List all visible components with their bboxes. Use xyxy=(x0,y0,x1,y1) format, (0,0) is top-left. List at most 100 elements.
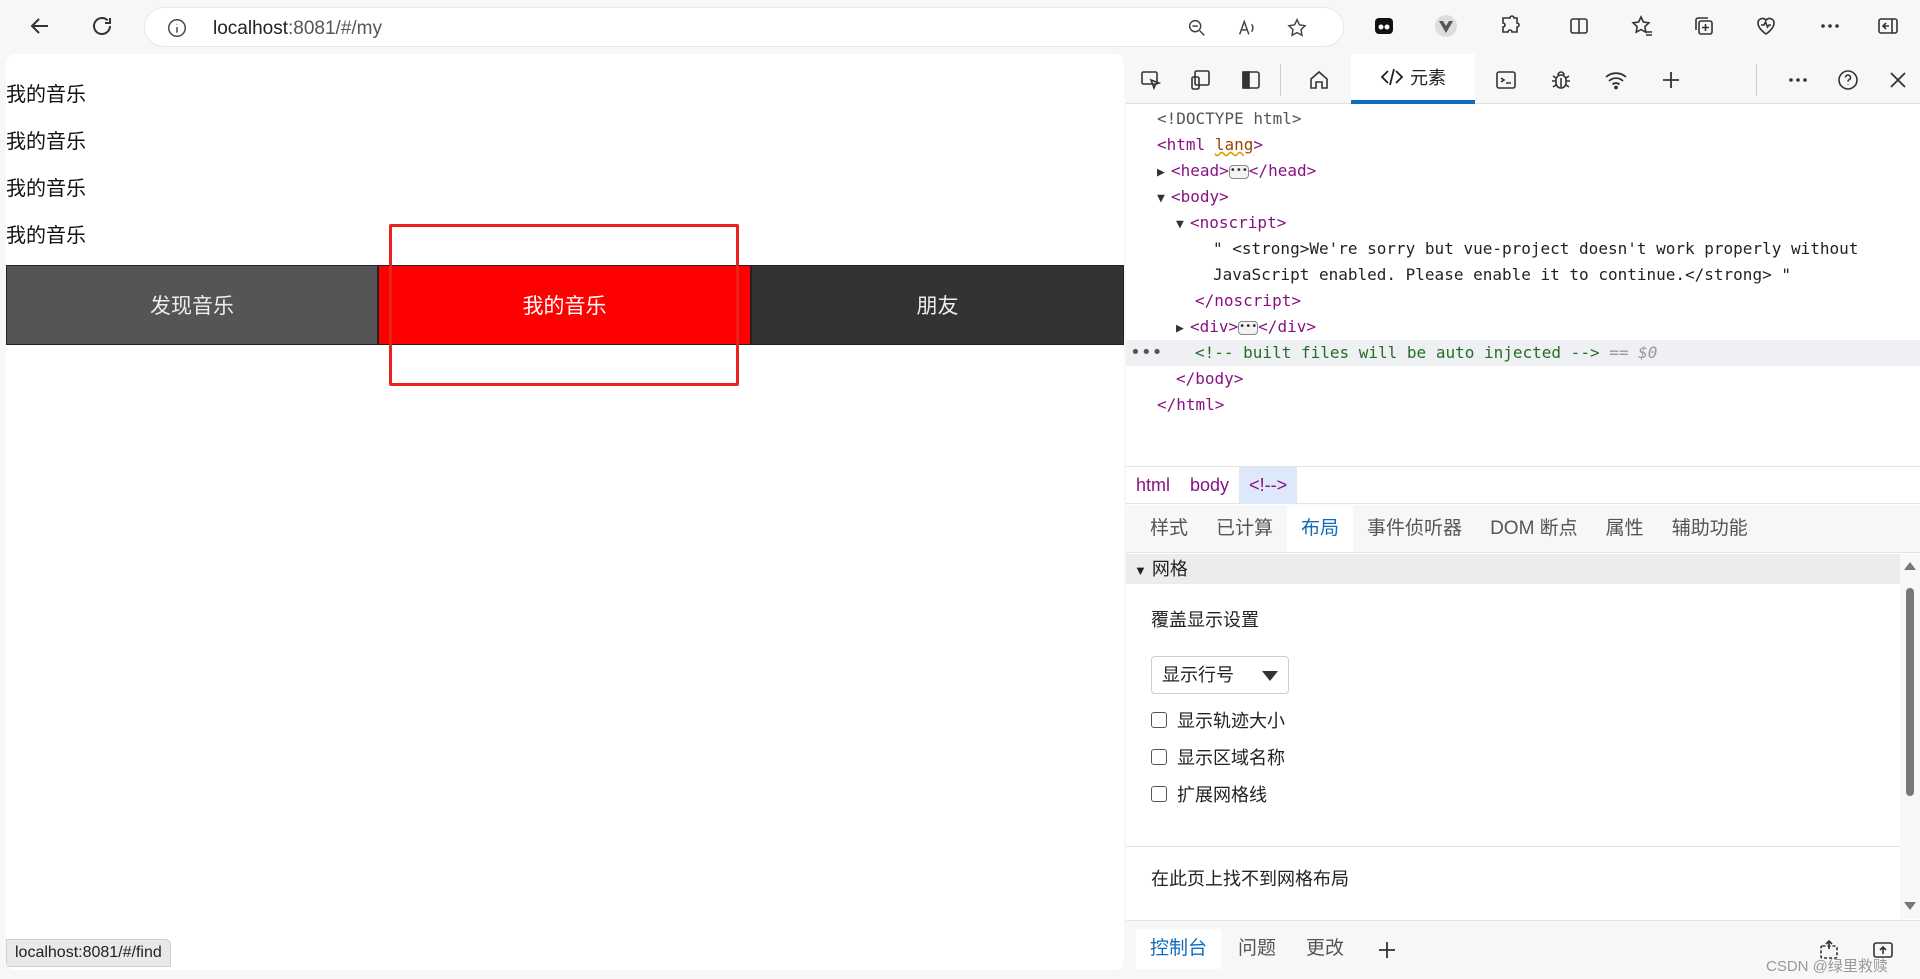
breadcrumb-html[interactable]: html xyxy=(1126,467,1180,504)
tab-elements-label: 元素 xyxy=(1410,68,1446,88)
node-actions-dots-icon[interactable]: ••• xyxy=(1130,340,1163,366)
devtools-drawer: 控制台 问题 更改 CSDN @绿里救赎 xyxy=(1126,920,1920,979)
page-text-line: 我的音乐 xyxy=(6,225,86,247)
console-icon[interactable] xyxy=(1491,65,1521,95)
devtools-panel: 元素 <!DOCTYPE html> <html lang> ▶ <head>••… xyxy=(1126,54,1920,979)
grid-section-header[interactable]: ▼ 网格 xyxy=(1126,554,1900,584)
device-emulation-icon[interactable] xyxy=(1186,65,1216,95)
nav-link-my-music[interactable]: 我的音乐 xyxy=(378,265,751,345)
dom-node-noscript-close[interactable]: </noscript> xyxy=(1126,288,1920,314)
tab-accessibility[interactable]: 辅助功能 xyxy=(1658,506,1762,552)
info-icon[interactable] xyxy=(165,16,189,40)
back-arrow-icon[interactable] xyxy=(22,8,58,44)
dom-text-node[interactable]: JavaScript enabled. Please enable it to … xyxy=(1126,262,1920,288)
scroll-thumb[interactable] xyxy=(1906,588,1914,796)
dom-node-head[interactable]: ▶ <head>•••</head> xyxy=(1126,158,1920,184)
toolbar-separator xyxy=(1280,64,1281,96)
sources-bug-icon[interactable] xyxy=(1546,65,1576,95)
watermark: CSDN @绿里救赎 xyxy=(1766,958,1888,975)
dock-side-icon[interactable] xyxy=(1236,65,1266,95)
layout-pane: ▼ 网格 覆盖显示设置 显示行号 显示轨迹大小 显示区域名称 扩展网格线 在此页… xyxy=(1126,554,1920,919)
collapse-triangle-icon: ▼ xyxy=(1134,563,1147,578)
section-divider xyxy=(1126,846,1900,847)
collections-icon[interactable] xyxy=(1688,10,1720,42)
address-bar[interactable]: localhost:8081/#/my xyxy=(144,7,1344,47)
browser-toolbar: localhost:8081/#/my xyxy=(0,0,1920,53)
checkbox[interactable] xyxy=(1151,786,1167,802)
tab-styles[interactable]: 样式 xyxy=(1136,506,1202,552)
dom-node-html[interactable]: <html lang> xyxy=(1126,132,1920,158)
overlay-settings-title: 覆盖显示设置 xyxy=(1151,610,1259,630)
nav-link-find-music[interactable]: 发现音乐 xyxy=(6,265,378,345)
show-area-names-option[interactable]: 显示区域名称 xyxy=(1151,744,1285,770)
dom-node-div[interactable]: ▶ <div>•••</div> xyxy=(1126,314,1920,340)
tab-layout[interactable]: 布局 xyxy=(1287,506,1354,552)
zoom-out-icon[interactable] xyxy=(1185,16,1209,40)
tab-elements[interactable]: 元素 xyxy=(1351,54,1475,104)
reload-icon[interactable] xyxy=(84,8,120,44)
page-text-line: 我的音乐 xyxy=(6,178,86,200)
styles-subtabs: 样式 已计算 布局 事件侦听器 DOM 断点 属性 辅助功能 xyxy=(1126,505,1920,553)
nav-link-friends[interactable]: 朋友 xyxy=(751,265,1124,345)
no-grid-message: 在此页上找不到网格布局 xyxy=(1151,869,1349,889)
read-aloud-icon[interactable] xyxy=(1235,16,1259,40)
dom-node-doctype[interactable]: <!DOCTYPE html> xyxy=(1126,106,1920,132)
show-track-sizes-option[interactable]: 显示轨迹大小 xyxy=(1151,707,1285,733)
drawer-tab-console[interactable]: 控制台 xyxy=(1136,929,1222,969)
vue-devtools-icon[interactable] xyxy=(1430,10,1462,42)
expand-triangle-icon[interactable]: ▶ xyxy=(1176,316,1190,342)
tab-computed[interactable]: 已计算 xyxy=(1202,506,1287,552)
layout-scrollbar[interactable] xyxy=(1900,554,1920,919)
checkbox[interactable] xyxy=(1151,749,1167,765)
toolbar-separator xyxy=(1756,64,1757,96)
welcome-home-icon[interactable] xyxy=(1304,65,1334,95)
add-tool-plus-icon[interactable] xyxy=(1656,65,1686,95)
drawer-tab-issues[interactable]: 问题 xyxy=(1224,929,1290,969)
expand-triangle-icon[interactable]: ▶ xyxy=(1157,160,1171,186)
favorites-icon[interactable] xyxy=(1626,10,1658,42)
devtools-toolbar: 元素 xyxy=(1126,54,1920,104)
dom-node-body[interactable]: ▼ <body> xyxy=(1126,184,1920,210)
network-wifi-icon[interactable] xyxy=(1601,65,1631,95)
collapse-triangle-icon[interactable]: ▼ xyxy=(1176,212,1190,238)
dom-node-comment-selected[interactable]: ••• <!-- built files will be auto injecte… xyxy=(1126,340,1920,366)
close-devtools-icon[interactable] xyxy=(1883,65,1913,95)
dom-node-html-close[interactable]: </html> xyxy=(1126,392,1920,418)
page-text-line: 我的音乐 xyxy=(6,131,86,153)
breadcrumb-body[interactable]: body xyxy=(1180,467,1239,504)
tab-properties[interactable]: 属性 xyxy=(1592,506,1658,552)
dom-node-body-close[interactable]: </body> xyxy=(1126,366,1920,392)
extensions-puzzle-icon[interactable] xyxy=(1494,10,1526,42)
tab-event-listeners[interactable]: 事件侦听器 xyxy=(1353,506,1476,552)
help-icon[interactable] xyxy=(1833,65,1863,95)
overlay-mode-select[interactable]: 显示行号 xyxy=(1151,656,1289,694)
browser-essentials-icon[interactable] xyxy=(1750,10,1782,42)
dom-text-node[interactable]: " <strong>We're sorry but vue-project do… xyxy=(1126,236,1920,262)
ellipsis-icon[interactable]: ••• xyxy=(1238,320,1259,335)
url-text[interactable]: localhost:8081/#/my xyxy=(213,18,382,40)
ellipsis-icon[interactable]: ••• xyxy=(1228,164,1249,179)
breadcrumb: html body <!--> xyxy=(1126,466,1920,504)
more-menu-icon[interactable] xyxy=(1814,10,1846,42)
favorite-star-icon[interactable] xyxy=(1285,16,1309,40)
dropdown-caret-icon xyxy=(1262,671,1278,681)
scroll-up-arrow-icon[interactable] xyxy=(1904,562,1916,570)
inspect-element-icon[interactable] xyxy=(1136,65,1166,95)
nav-bar: 发现音乐 我的音乐 朋友 xyxy=(6,265,1124,345)
split-screen-icon[interactable] xyxy=(1563,10,1595,42)
page-viewport: 我的音乐 我的音乐 我的音乐 我的音乐 发现音乐 我的音乐 朋友 localho… xyxy=(6,54,1124,970)
extend-grid-lines-option[interactable]: 扩展网格线 xyxy=(1151,781,1267,807)
scroll-down-arrow-icon[interactable] xyxy=(1904,902,1916,910)
drawer-add-tab-plus-icon[interactable] xyxy=(1372,935,1402,965)
tab-dom-breakpoints[interactable]: DOM 断点 xyxy=(1476,506,1592,552)
collapse-triangle-icon[interactable]: ▼ xyxy=(1157,186,1171,212)
tab-extension-icon[interactable] xyxy=(1368,10,1400,42)
status-bar-url: localhost:8081/#/find xyxy=(6,939,171,967)
dom-node-noscript[interactable]: ▼ <noscript> xyxy=(1126,210,1920,236)
checkbox[interactable] xyxy=(1151,712,1167,728)
drawer-tab-changes[interactable]: 更改 xyxy=(1292,929,1358,969)
devtools-more-icon[interactable] xyxy=(1783,65,1813,95)
sidebar-toggle-icon[interactable] xyxy=(1872,10,1904,42)
breadcrumb-comment[interactable]: <!--> xyxy=(1239,466,1298,504)
dom-tree: <!DOCTYPE html> <html lang> ▶ <head>•••</… xyxy=(1126,106,1920,466)
